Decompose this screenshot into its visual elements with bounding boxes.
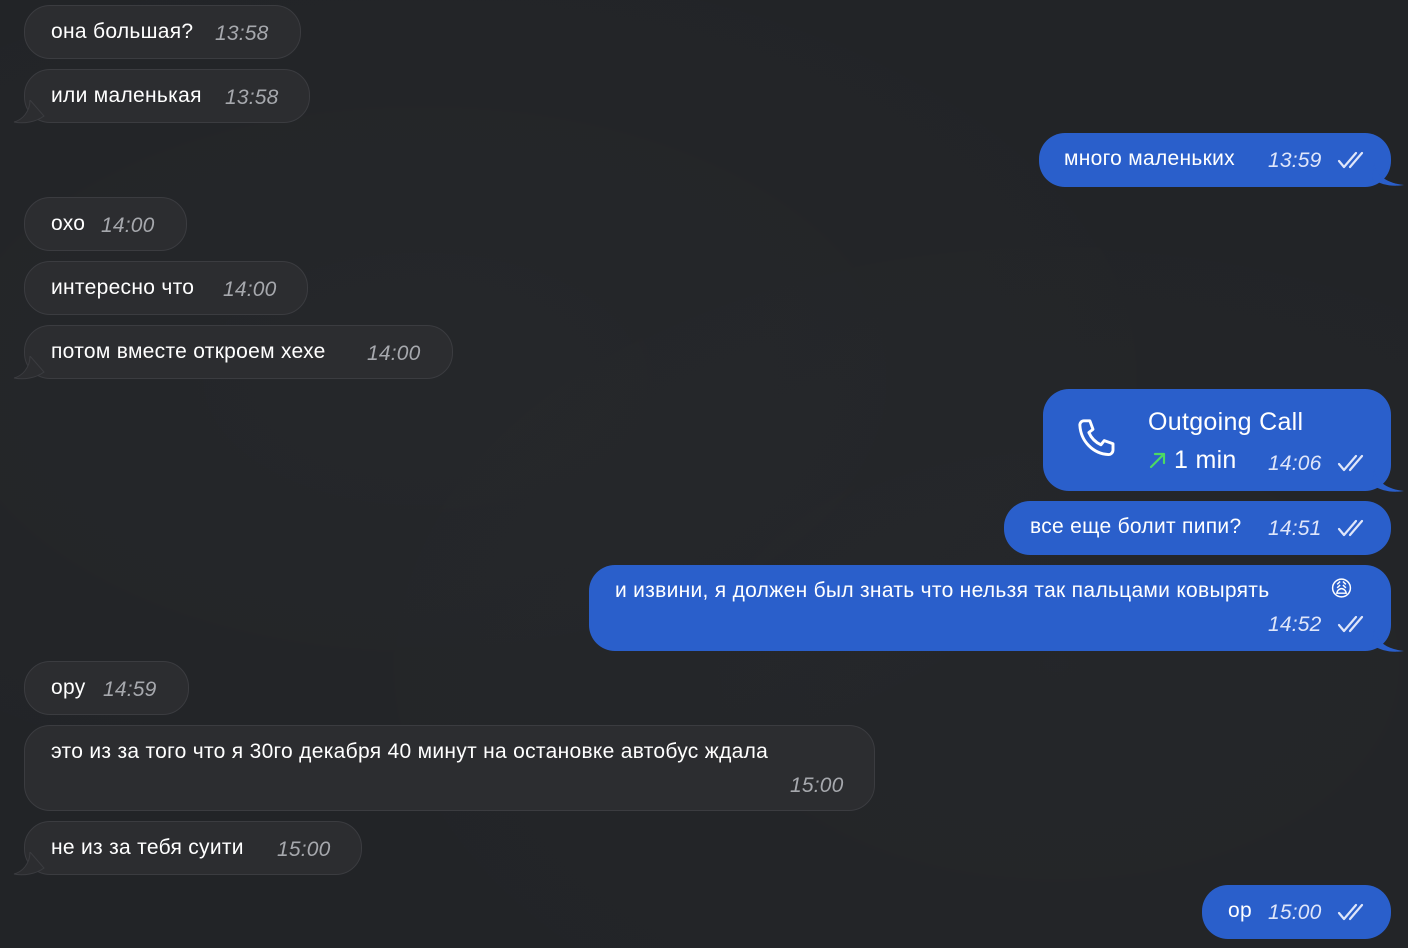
message-time: 14:00 xyxy=(223,278,277,301)
message-time: 15:00 xyxy=(790,774,844,797)
message-time: 15:00 xyxy=(1268,901,1322,924)
read-checkmarks-icon xyxy=(1337,519,1364,537)
message-text: потом вместе откроем хехе xyxy=(51,340,326,363)
message-time: 14:00 xyxy=(101,214,155,237)
message-text: все еще болит пипи? xyxy=(1030,515,1242,538)
message-text: ору xyxy=(51,676,86,699)
message-text: она большая? xyxy=(51,20,194,43)
message-text: и извини, я должен был знать что нельзя … xyxy=(615,579,1270,602)
incoming-message[interactable]: это из за того что я 30го декабря 40 мин… xyxy=(24,725,875,811)
arrow-up-right-icon xyxy=(1149,452,1166,469)
message-text: интересно что xyxy=(51,276,195,299)
read-checkmarks-icon xyxy=(1337,454,1364,472)
incoming-message[interactable]: не из за тебя суити 15:00 xyxy=(24,821,362,875)
message-text: много маленьких xyxy=(1064,147,1235,170)
call-title: Outgoing Call xyxy=(1148,408,1304,436)
bubble-tail xyxy=(13,852,45,876)
incoming-message[interactable]: она большая? 13:58 xyxy=(24,5,301,59)
incoming-message[interactable]: или маленькая 13:58 xyxy=(24,69,310,123)
message-time: 14:52 xyxy=(1268,613,1322,636)
phone-icon[interactable] xyxy=(1073,415,1123,465)
incoming-message[interactable]: интересно что 14:00 xyxy=(24,261,308,315)
bubble-tail xyxy=(13,100,45,124)
weary-face-emoji: 😩 xyxy=(1330,576,1354,601)
message-time: 13:58 xyxy=(225,86,279,109)
incoming-message[interactable]: ору 14:59 xyxy=(24,661,189,715)
outgoing-message[interactable]: и извини, я должен был знать что нельзя … xyxy=(589,565,1391,651)
read-checkmarks-icon xyxy=(1337,903,1364,921)
bubble-tail xyxy=(1372,163,1404,186)
message-text: не из за тебя суити xyxy=(51,836,244,859)
incoming-message[interactable]: потом вместе откроем хехе 14:00 xyxy=(24,325,453,379)
message-time: 14:59 xyxy=(103,678,157,701)
message-text: это из за того что я 30го декабря 40 мин… xyxy=(51,740,769,763)
outgoing-message[interactable]: ор 15:00 xyxy=(1202,885,1391,939)
read-checkmarks-icon xyxy=(1337,615,1364,633)
outgoing-call-message[interactable]: Outgoing Call 1 min 14:06 xyxy=(1043,389,1391,491)
read-checkmarks-icon xyxy=(1337,151,1364,169)
message-time: 14:51 xyxy=(1268,517,1322,540)
outgoing-message[interactable]: все еще болит пипи? 14:51 xyxy=(1004,501,1391,555)
bubble-tail xyxy=(1372,629,1404,652)
incoming-message[interactable]: охо 14:00 xyxy=(24,197,187,251)
bubble-tail xyxy=(1372,469,1404,492)
message-time: 14:00 xyxy=(367,342,421,365)
call-duration: 1 min xyxy=(1174,446,1237,474)
bubble-tail xyxy=(13,356,45,380)
message-text: ор xyxy=(1228,899,1252,922)
message-text: или маленькая xyxy=(51,84,202,107)
message-time: 13:58 xyxy=(215,22,269,45)
chat-history[interactable]: она большая? 13:58 или маленькая 13:58 м… xyxy=(0,0,1408,948)
outgoing-message[interactable]: много маленьких 13:59 xyxy=(1039,133,1391,187)
message-time: 13:59 xyxy=(1268,149,1322,172)
message-text: охо xyxy=(51,212,86,235)
message-time: 14:06 xyxy=(1268,452,1322,475)
message-time: 15:00 xyxy=(277,838,331,861)
